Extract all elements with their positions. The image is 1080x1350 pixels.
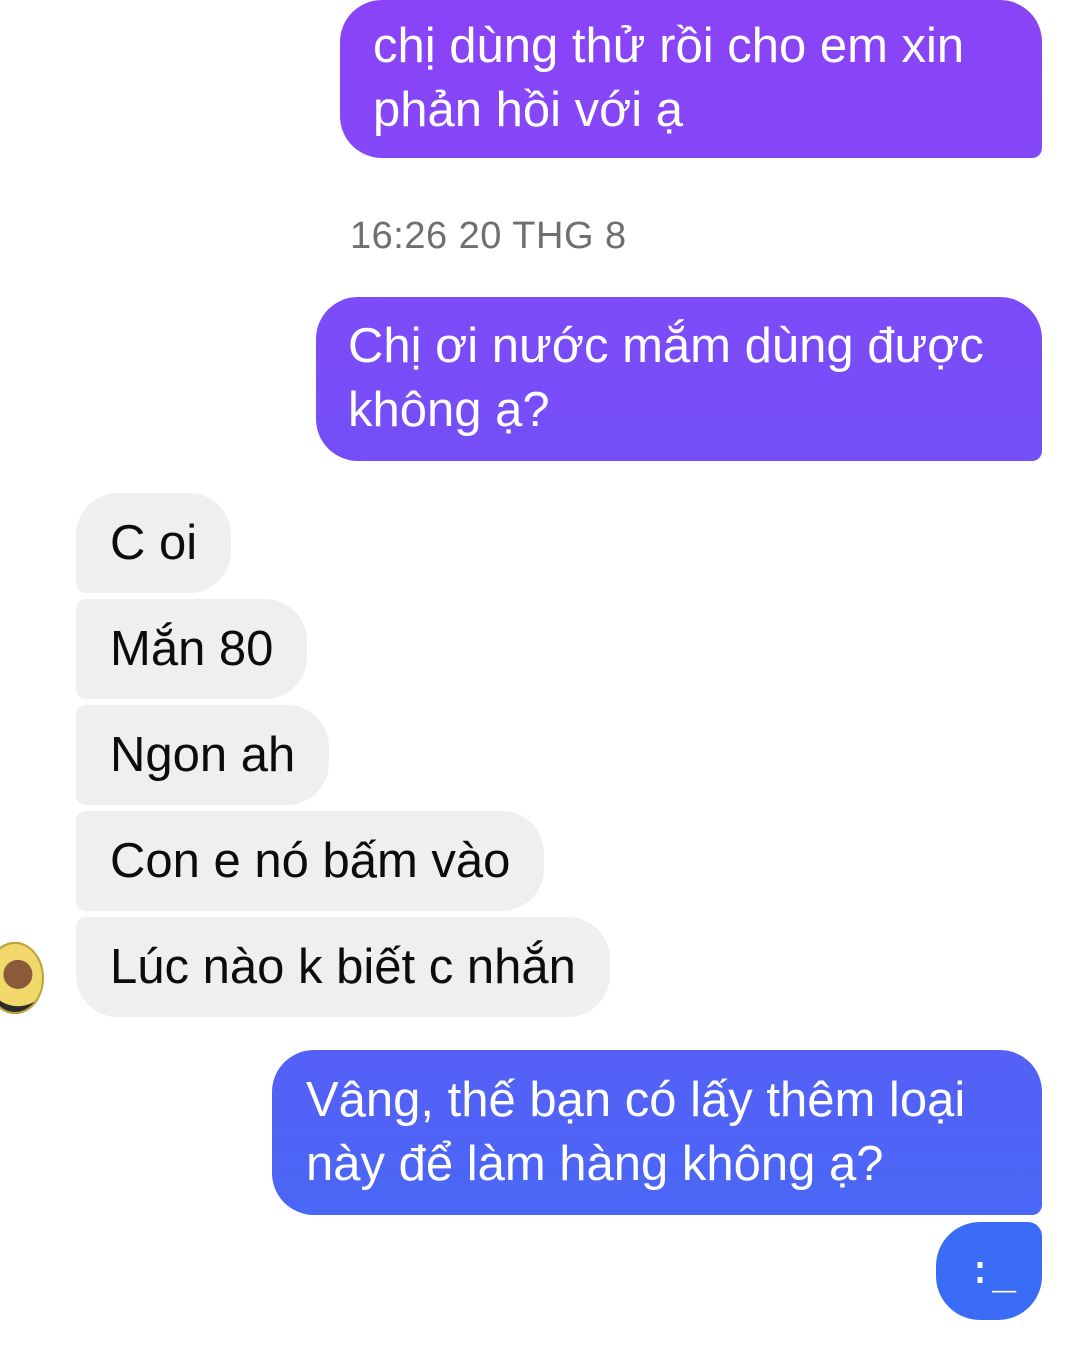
outgoing-message-3[interactable]: Vâng, thế bạn có lấy thêm loại này để là…	[272, 1050, 1042, 1215]
incoming-message-1[interactable]: C oi	[76, 493, 232, 593]
chat-thread: chị dùng thử rồi cho em xin phản hồi với…	[0, 0, 1080, 1350]
incoming-message-3[interactable]: Ngon ah	[76, 705, 330, 805]
message-timestamp: 16:26 20 THG 8	[350, 215, 627, 257]
typing-indicator-icon: :_	[936, 1222, 1042, 1320]
incoming-message-2[interactable]: Mắn 80	[76, 599, 308, 699]
incoming-message-5[interactable]: Lúc nào k biết c nhắn	[76, 917, 610, 1017]
typing-glyph: :_	[968, 1247, 1017, 1293]
incoming-message-4[interactable]: Con e nó bấm vào	[76, 811, 545, 911]
outgoing-message-1[interactable]: chị dùng thử rồi cho em xin phản hồi với…	[340, 0, 1042, 158]
outgoing-message-2[interactable]: Chị ơi nước mắm dùng được không ạ?	[316, 297, 1042, 461]
contact-avatar-icon[interactable]	[0, 942, 44, 1014]
